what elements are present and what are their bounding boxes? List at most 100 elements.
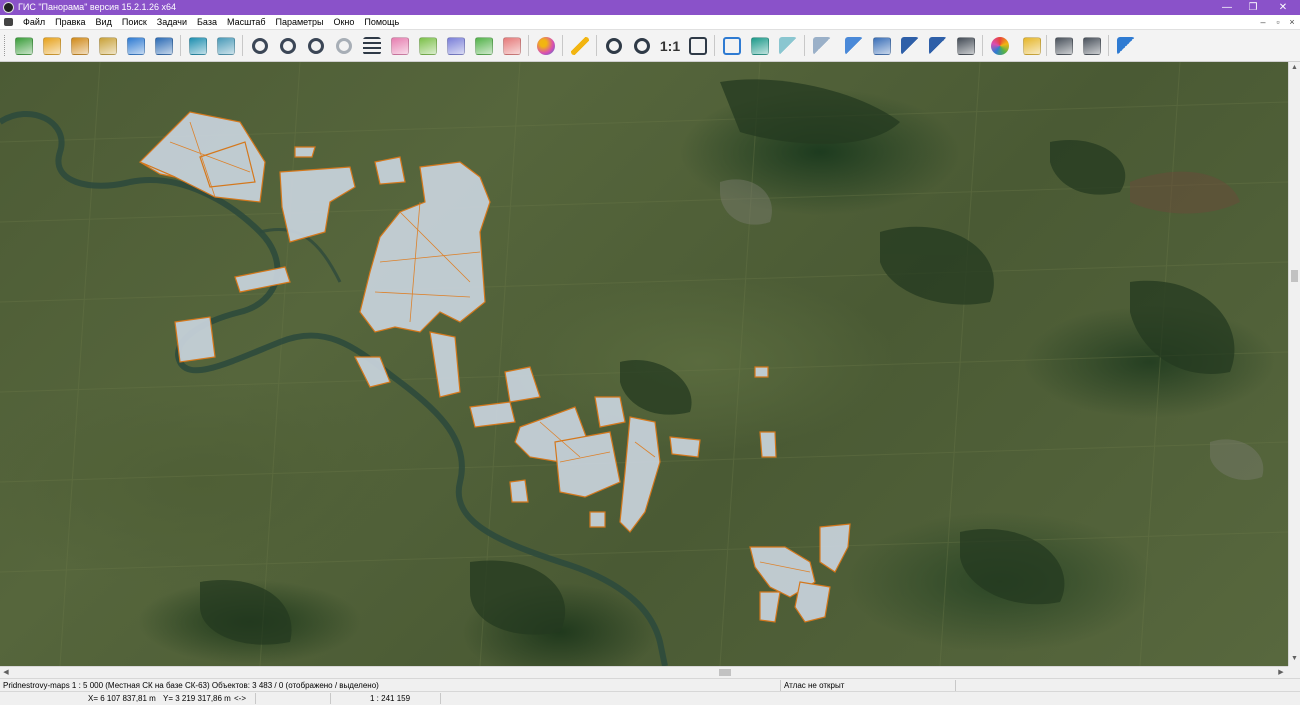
fit-extent-button[interactable] — [686, 34, 710, 57]
open-multiple-icon — [71, 36, 89, 55]
menu-item-5[interactable]: База — [192, 15, 222, 29]
open-multiple-button[interactable] — [68, 34, 92, 57]
open-folder-button[interactable] — [40, 34, 64, 57]
close-button[interactable]: ✕ — [1268, 0, 1298, 15]
erase-object-button[interactable] — [388, 34, 412, 57]
select-check-button[interactable] — [748, 34, 772, 57]
scale-one-to-one-label: 1:1 — [659, 37, 681, 54]
check-object-icon — [475, 36, 493, 55]
map-canvas[interactable] — [0, 62, 1288, 666]
globe-refresh-icon — [127, 36, 145, 55]
y-coordinate: Y= 3 219 317,86 m — [163, 694, 231, 703]
erase-object-icon — [391, 36, 409, 55]
back-arrow-button[interactable] — [776, 34, 800, 57]
zoom-out-icon — [606, 37, 622, 54]
document-icon[interactable] — [4, 18, 13, 26]
help-pointer-button[interactable] — [1114, 34, 1138, 57]
add-point-button[interactable] — [444, 34, 468, 57]
menu-item-2[interactable]: Вид — [91, 15, 117, 29]
list-button[interactable] — [360, 34, 384, 57]
menu-item-1[interactable]: Правка — [50, 15, 90, 29]
delete-object-button[interactable] — [500, 34, 524, 57]
open-folder-icon — [43, 36, 61, 55]
mdi-close-button[interactable]: × — [1285, 15, 1299, 29]
binoculars-more-button[interactable] — [304, 34, 328, 57]
fit-extent-icon — [689, 36, 707, 55]
layer-tree-button[interactable] — [214, 34, 238, 57]
window-pointer-2-icon — [929, 36, 947, 55]
check-object-button[interactable] — [472, 34, 496, 57]
palette-button[interactable] — [534, 34, 558, 57]
color-wheel-button[interactable] — [988, 34, 1012, 57]
status-divider — [255, 693, 256, 704]
menu-item-7[interactable]: Параметры — [270, 15, 328, 29]
text-document-icon — [957, 36, 975, 55]
menu-item-4[interactable]: Задачи — [152, 15, 192, 29]
toolbar-separator — [562, 35, 563, 56]
palette-icon — [537, 36, 555, 55]
color-wheel-icon — [991, 36, 1009, 55]
add-point-icon — [447, 36, 465, 55]
scroll-corner — [1288, 666, 1300, 678]
window-pointer-2-button[interactable] — [926, 34, 950, 57]
database-button[interactable] — [96, 34, 120, 57]
route-icon — [1023, 36, 1041, 55]
layers-button[interactable] — [186, 34, 210, 57]
map-pointer-button[interactable] — [842, 34, 866, 57]
toolbar-separator — [1046, 35, 1047, 56]
edit-object-button[interactable] — [416, 34, 440, 57]
printer-settings-button[interactable] — [1080, 34, 1104, 57]
printer-button[interactable] — [1052, 34, 1076, 57]
database-icon — [99, 36, 117, 55]
map-window-button[interactable] — [870, 34, 894, 57]
scroll-right-icon[interactable]: ▶ — [1275, 667, 1287, 678]
menu-item-0[interactable]: Файл — [18, 15, 50, 29]
globe-refresh-button[interactable] — [124, 34, 148, 57]
scale-one-to-one-button[interactable]: 1:1 — [658, 34, 682, 57]
menu-item-9[interactable]: Помощь — [359, 15, 404, 29]
zoom-in-button[interactable] — [630, 34, 654, 57]
back-arrow-icon — [779, 36, 797, 55]
binoculars-disabled-button[interactable] — [332, 34, 356, 57]
window-pointer-button[interactable] — [898, 34, 922, 57]
status-bar: Pridnestrovy-maps 1 : 5 000 (Местная СК … — [0, 678, 1300, 691]
scroll-up-icon[interactable]: ▲ — [1289, 62, 1300, 74]
select-frame-button[interactable] — [720, 34, 744, 57]
mdi-minimize-button[interactable]: – — [1256, 15, 1270, 29]
route-button[interactable] — [1020, 34, 1044, 57]
scroll-left-icon[interactable]: ◀ — [0, 667, 12, 678]
menu-item-8[interactable]: Окно — [328, 15, 359, 29]
horizontal-scroll-thumb[interactable] — [719, 669, 731, 676]
horizontal-scrollbar[interactable]: ◀ ▶ — [0, 666, 1288, 678]
lightning-icon — [571, 36, 589, 55]
mdi-restore-button[interactable]: ▫ — [1271, 15, 1285, 29]
list-icon — [363, 36, 381, 55]
status-divider — [330, 693, 331, 704]
pointer-button[interactable] — [810, 34, 834, 57]
maximize-button[interactable]: ❐ — [1238, 0, 1268, 15]
menu-item-3[interactable]: Поиск — [117, 15, 152, 29]
select-check-icon — [751, 36, 769, 55]
lightning-button[interactable] — [568, 34, 592, 57]
x-coordinate: X= 6 107 837,81 m — [88, 694, 156, 703]
vertical-scrollbar[interactable]: ▲ ▼ — [1288, 62, 1300, 666]
zoom-in-icon — [634, 37, 650, 54]
delete-object-icon — [503, 36, 521, 55]
select-frame-icon — [723, 36, 741, 55]
new-document-button[interactable] — [12, 34, 36, 57]
binoculars-text-button[interactable] — [276, 34, 300, 57]
zoom-out-button[interactable] — [602, 34, 626, 57]
binoculars-more-icon — [308, 37, 324, 54]
toolbar-grip[interactable] — [4, 35, 7, 56]
menu-item-6[interactable]: Масштаб — [222, 15, 271, 29]
binoculars-button[interactable] — [248, 34, 272, 57]
window-pointer-icon — [901, 36, 919, 55]
scroll-down-icon[interactable]: ▼ — [1289, 653, 1300, 665]
toolbar-separator — [596, 35, 597, 56]
map-document-button[interactable] — [152, 34, 176, 57]
vertical-scroll-thumb[interactable] — [1291, 270, 1298, 282]
coordinate-arrows[interactable]: <-> — [234, 692, 246, 705]
text-document-button[interactable] — [954, 34, 978, 57]
binoculars-text-icon — [280, 37, 296, 54]
map-view[interactable] — [0, 62, 1288, 666]
